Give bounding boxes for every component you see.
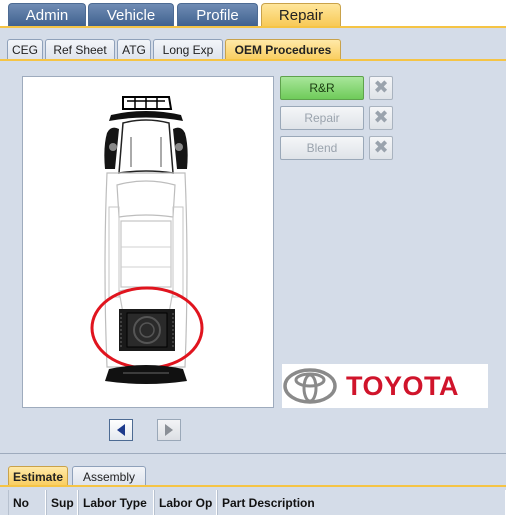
tab-assembly[interactable]: Assembly — [72, 466, 146, 486]
hood-part[interactable] — [118, 119, 174, 174]
vehicle-diagram[interactable] — [23, 77, 275, 409]
windshield-part[interactable] — [116, 180, 176, 218]
rear-bumper-part[interactable] — [105, 365, 187, 384]
next-view-button[interactable] — [157, 419, 181, 441]
tab-atg[interactable]: ATG — [117, 39, 151, 60]
roof-part[interactable] — [120, 220, 172, 288]
tab-ceg[interactable]: CEG — [7, 39, 43, 60]
right-doors-part[interactable] — [172, 206, 184, 298]
close-icon: ✖ — [373, 77, 389, 98]
sub-tab-divider — [0, 59, 506, 61]
tab-ref-sheet[interactable]: Ref Sheet — [45, 39, 115, 60]
tab-profile[interactable]: Profile — [177, 3, 258, 27]
brand-name: TOYOTA — [346, 370, 460, 401]
previous-view-button[interactable] — [109, 419, 133, 441]
vehicle-diagram-panel — [22, 76, 274, 408]
toyota-emblem-icon — [283, 368, 337, 404]
clear-blend-button[interactable]: ✖ — [369, 136, 393, 160]
rr-button[interactable]: R&R — [280, 76, 364, 100]
column-header-part-description[interactable]: Part Description — [217, 490, 506, 515]
clear-repair-button[interactable]: ✖ — [369, 106, 393, 130]
manufacturer-logo: TOYOTA — [282, 364, 488, 408]
close-icon: ✖ — [373, 107, 389, 128]
tab-admin[interactable]: Admin — [8, 3, 86, 27]
arrow-right-icon — [165, 424, 173, 436]
bottom-tab-divider — [0, 485, 506, 487]
clear-rr-button[interactable]: ✖ — [369, 76, 393, 100]
column-header-labor-type[interactable]: Labor Type — [78, 490, 154, 515]
app-window: Admin Vehicle Profile Repair CEG Ref She… — [0, 0, 506, 515]
left-doors-part[interactable] — [108, 206, 120, 298]
column-header-sup[interactable]: Sup — [46, 490, 78, 515]
front-bumper-part[interactable] — [109, 96, 183, 121]
tab-estimate[interactable]: Estimate — [8, 466, 68, 486]
section-divider — [0, 453, 506, 454]
tab-vehicle[interactable]: Vehicle — [88, 3, 174, 27]
tab-long-exp[interactable]: Long Exp — [153, 39, 223, 60]
sub-tab-bar: CEG Ref Sheet ATG Long Exp OEM Procedure… — [0, 28, 506, 60]
estimate-table-header: No Sup Labor Type Labor Op Part Descript… — [8, 490, 506, 515]
column-header-no[interactable]: No — [8, 490, 46, 515]
tab-oem-procedures[interactable]: OEM Procedures — [225, 39, 341, 60]
tab-repair[interactable]: Repair — [261, 3, 341, 27]
repair-button[interactable]: Repair — [280, 106, 364, 130]
top-tab-bar: Admin Vehicle Profile Repair — [0, 0, 506, 27]
close-icon: ✖ — [373, 137, 389, 158]
blend-button[interactable]: Blend — [280, 136, 364, 160]
rear-body-panel-part[interactable] — [119, 309, 175, 351]
arrow-left-icon — [117, 424, 125, 436]
column-header-labor-op[interactable]: Labor Op — [154, 490, 217, 515]
